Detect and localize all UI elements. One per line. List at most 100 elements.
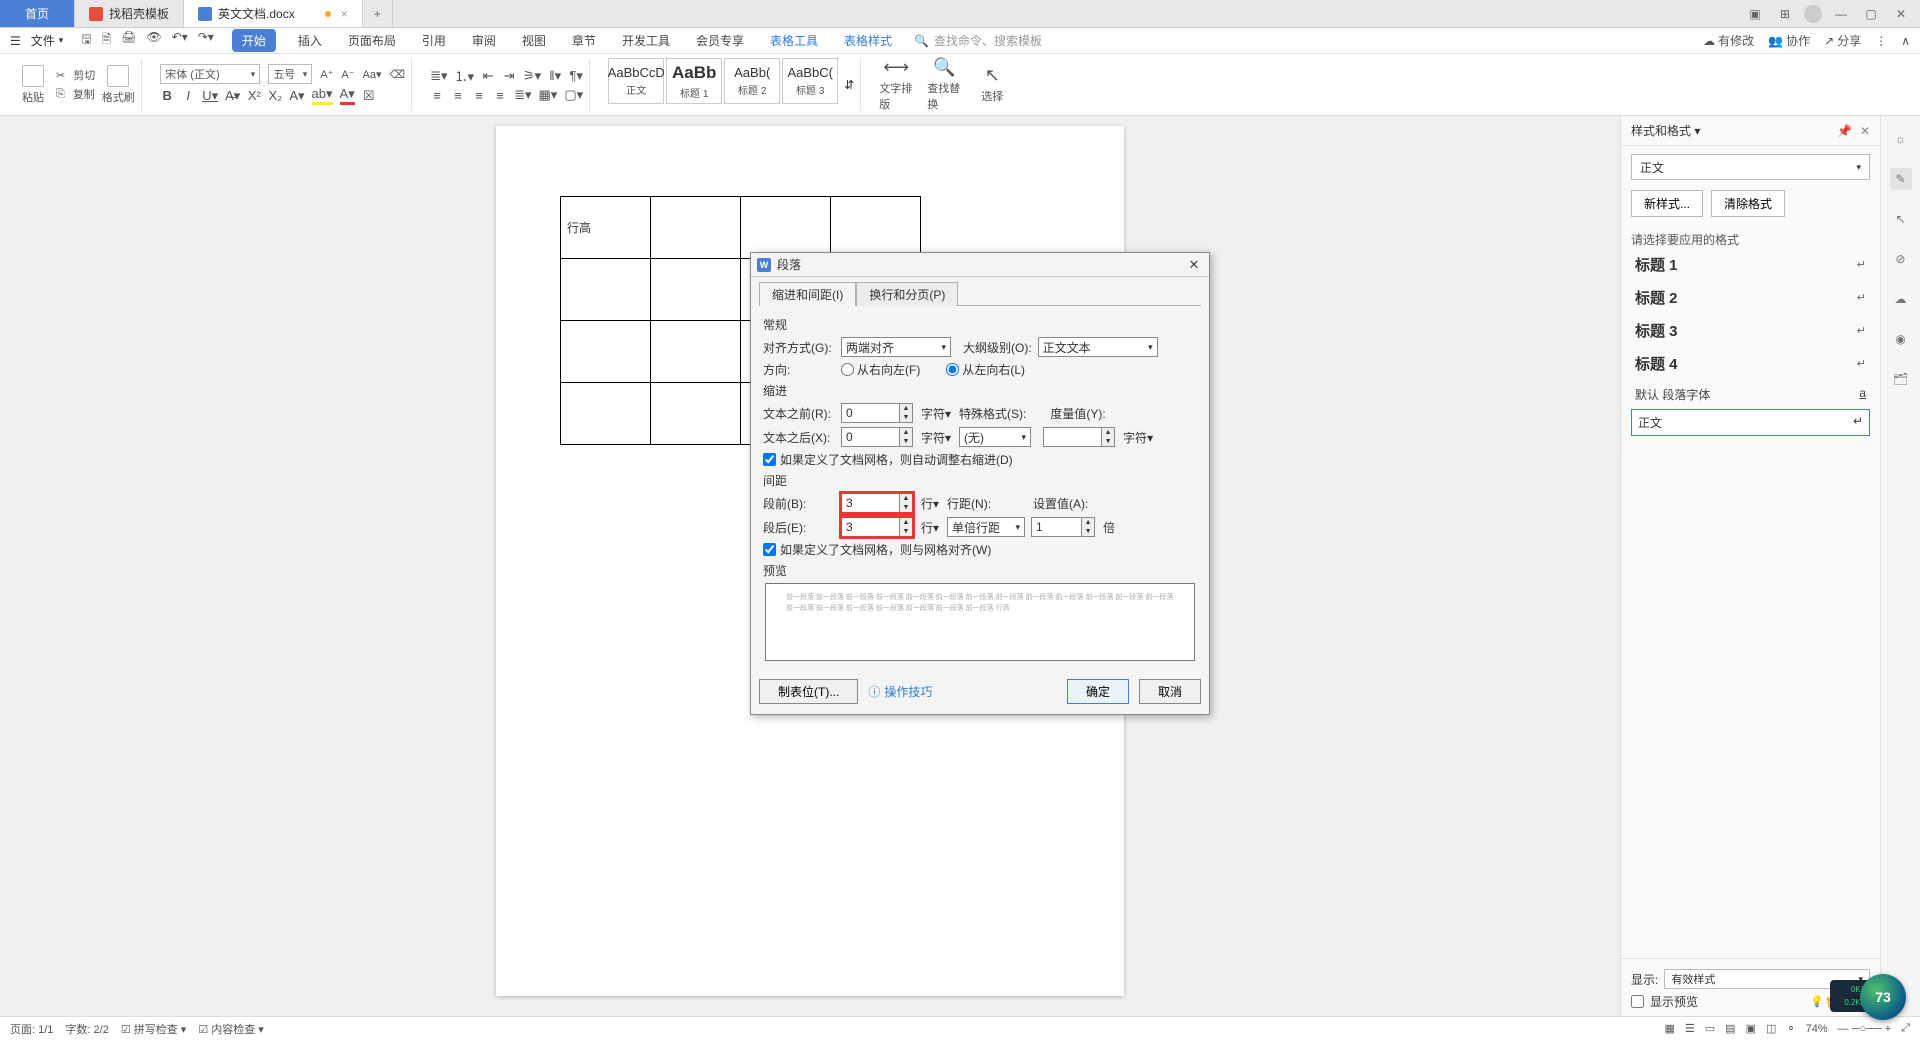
maximize-icon[interactable]: ▢: [1860, 4, 1882, 24]
indent-before-spinner[interactable]: 0▲▼: [841, 403, 913, 423]
table-cell[interactable]: [921, 197, 922, 259]
select-button[interactable]: ↖选择: [975, 58, 1009, 111]
tab-indent-spacing[interactable]: 缩进和间距(I): [759, 282, 856, 306]
rail-cloud-icon[interactable]: ☁: [1890, 288, 1912, 310]
content-check-button[interactable]: ☑ 内容检查 ▾: [198, 1021, 264, 1037]
minimize-icon[interactable]: —: [1830, 4, 1852, 24]
spacing-after-unit[interactable]: 行▾: [919, 519, 941, 536]
italic-button[interactable]: I: [181, 88, 195, 103]
style-item-h3[interactable]: 标题 3↵: [1631, 314, 1870, 347]
zoom-out-icon[interactable]: ⚬: [1786, 1022, 1795, 1035]
share-button[interactable]: ↗分享: [1824, 32, 1861, 49]
set-at-spinner[interactable]: 1▲▼: [1031, 517, 1095, 537]
table-cell[interactable]: [561, 321, 651, 383]
char-border-button[interactable]: ☒: [362, 88, 376, 104]
table-cell[interactable]: [651, 383, 741, 445]
cut-button[interactable]: ✂剪切: [56, 67, 95, 83]
page-indicator[interactable]: 页面: 1/1: [10, 1021, 53, 1037]
format-painter-button[interactable]: 格式刷: [101, 58, 135, 111]
copy-button[interactable]: ⎘复制: [56, 86, 95, 102]
align-right-button[interactable]: ≡: [472, 88, 486, 103]
table-cell[interactable]: [831, 197, 921, 259]
more-menu-icon[interactable]: ⋮: [1875, 34, 1887, 48]
tabs-button[interactable]: 制表位(T)...: [759, 679, 858, 704]
tab-document[interactable]: 英文文档.docx ×: [184, 0, 363, 27]
spacing-before-unit[interactable]: 行▾: [919, 495, 941, 512]
preview-icon[interactable]: 👁: [146, 30, 161, 51]
font-name-select[interactable]: 宋体 (正文)▾: [160, 64, 260, 84]
ribbon-tab-dev[interactable]: 开发工具: [618, 29, 674, 52]
ruler-icon[interactable]: ◫: [1766, 1022, 1776, 1035]
table-cell[interactable]: 行高: [561, 197, 651, 259]
clear-format-icon[interactable]: ⌫: [390, 68, 406, 81]
show-preview-checkbox[interactable]: [1631, 995, 1644, 1008]
styles-gallery[interactable]: AaBbCcD正文 AaBb标题 1 AaBb(标题 2 AaBbC(标题 3: [608, 58, 838, 111]
rail-backup-icon[interactable]: 🗂: [1890, 368, 1912, 390]
bullets-button[interactable]: ≣▾: [430, 68, 447, 84]
table-cell[interactable]: [651, 259, 741, 321]
outline-level-select[interactable]: 正文文本▾: [1038, 337, 1158, 357]
line-spacing-select[interactable]: 单倍行距▾: [947, 517, 1025, 537]
ribbon-tab-insert[interactable]: 插入: [294, 29, 326, 52]
table-cell[interactable]: [741, 197, 831, 259]
underline-button[interactable]: U▾: [202, 88, 218, 104]
ok-button[interactable]: 确定: [1067, 679, 1129, 704]
table-cell[interactable]: [651, 321, 741, 383]
ribbon-tab-review[interactable]: 审阅: [468, 29, 500, 52]
styles-more-icon[interactable]: ⇵: [844, 78, 854, 92]
tab-home[interactable]: 首页: [0, 0, 75, 27]
measure-unit[interactable]: 字符▾: [1121, 429, 1155, 446]
special-format-select[interactable]: (无)▾: [959, 427, 1031, 447]
saveas-icon[interactable]: 🗎: [102, 30, 112, 51]
apps-icon[interactable]: ⊞: [1774, 4, 1796, 24]
spacing-after-spinner[interactable]: 3▲▼: [841, 517, 913, 537]
ribbon-tab-table-tools[interactable]: 表格工具: [766, 29, 822, 52]
find-replace-button[interactable]: 🔍查找替换: [927, 58, 961, 111]
superscript-button[interactable]: X²: [247, 88, 261, 103]
outdent-button[interactable]: ⇤: [481, 68, 495, 84]
style-item-h2[interactable]: 标题 2↵: [1631, 281, 1870, 314]
spell-check-button[interactable]: ☑ 拼写检查 ▾: [121, 1021, 187, 1037]
rail-select-icon[interactable]: ↖: [1890, 208, 1912, 230]
view-print-icon[interactable]: ▦: [1664, 1022, 1674, 1035]
command-search[interactable]: 🔍 查找命令、搜索模板: [914, 32, 1042, 49]
show-marks-button[interactable]: ¶▾: [569, 68, 583, 84]
style-h2[interactable]: AaBb(标题 2: [724, 58, 780, 104]
track-changes-button[interactable]: ☁有修改: [1703, 32, 1754, 49]
subscript-button[interactable]: X₂: [268, 88, 282, 103]
redo-icon[interactable]: ↷▾: [198, 30, 214, 51]
panel-close-icon[interactable]: ✕: [1860, 124, 1870, 138]
style-h3[interactable]: AaBbC(标题 3: [782, 58, 838, 104]
bold-button[interactable]: B: [160, 88, 174, 103]
zoom-value[interactable]: 74%: [1806, 1023, 1828, 1035]
style-h1[interactable]: AaBb标题 1: [666, 58, 722, 104]
file-menu[interactable]: 文件▾: [25, 32, 70, 49]
indent-before-unit[interactable]: 字符▾: [919, 405, 953, 422]
collaborate-button[interactable]: 👥协作: [1768, 32, 1810, 49]
measure-spinner[interactable]: ▲▼: [1043, 427, 1115, 447]
network-speed-widget[interactable]: 0K/s 0.2K/s 73: [1832, 970, 1906, 1020]
align-left-button[interactable]: ≡: [430, 88, 444, 103]
dialog-titlebar[interactable]: W 段落 ✕: [751, 253, 1209, 277]
text-layout-button[interactable]: ⟷文字排版: [879, 58, 913, 111]
align-center-button[interactable]: ≡: [451, 88, 465, 103]
indent-after-unit[interactable]: 字符▾: [919, 429, 953, 446]
auto-adjust-indent-checkbox[interactable]: 如果定义了文档网格，则自动调整右缩进(D): [763, 451, 1197, 468]
save-icon[interactable]: 🖫: [81, 30, 91, 51]
spacing-before-spinner[interactable]: 3▲▼: [841, 493, 913, 513]
strike-button[interactable]: A̶▾: [225, 88, 240, 104]
style-item-default-font[interactable]: 默认 段落字体a: [1631, 380, 1870, 409]
style-item-h4[interactable]: 标题 4↵: [1631, 347, 1870, 380]
shading-button[interactable]: ▦▾: [539, 87, 558, 103]
word-count[interactable]: 字数: 2/2: [65, 1021, 108, 1037]
grow-font-icon[interactable]: A⁺: [320, 68, 333, 81]
distributed-button[interactable]: ≣▾: [514, 87, 531, 103]
table-cell[interactable]: [561, 259, 651, 321]
rail-location-icon[interactable]: ◉: [1890, 328, 1912, 350]
ribbon-tab-chapter[interactable]: 章节: [568, 29, 600, 52]
table-cell[interactable]: [561, 383, 651, 445]
indent-after-spinner[interactable]: 0▲▼: [841, 427, 913, 447]
close-window-icon[interactable]: ✕: [1890, 4, 1912, 24]
numbering-button[interactable]: ⒈▾: [455, 66, 475, 85]
current-style-select[interactable]: 正文▾: [1631, 154, 1870, 180]
